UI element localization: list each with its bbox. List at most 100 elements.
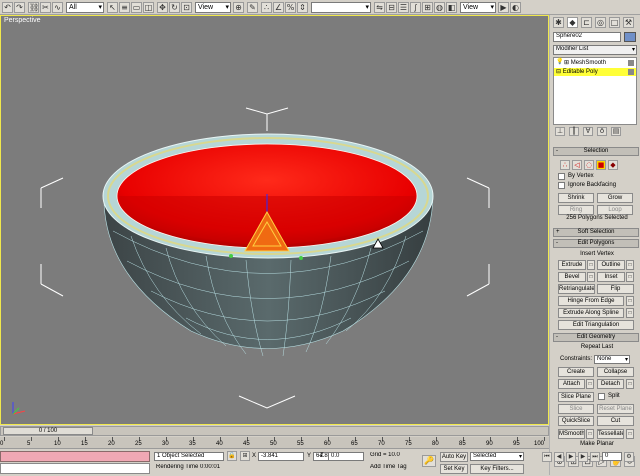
modify-tab-icon[interactable]: ◆ bbox=[567, 17, 578, 28]
stack-item-meshsmooth[interactable]: 💡 ⊞ MeshSmooth bbox=[554, 58, 636, 67]
window-crossing-icon[interactable]: ◫ bbox=[143, 2, 154, 13]
vertex-mode-icon[interactable]: ∴ bbox=[560, 160, 570, 170]
active-shade-icon[interactable]: ◐ bbox=[510, 2, 521, 13]
outline-settings-icon[interactable]: □ bbox=[626, 260, 634, 270]
current-frame-field[interactable]: 0 bbox=[602, 452, 622, 461]
layer-manager-icon[interactable]: ☰ bbox=[398, 2, 409, 13]
previous-frame-icon[interactable]: ◀ bbox=[554, 452, 564, 462]
undo-icon[interactable]: ↶ bbox=[2, 2, 13, 13]
outline-button[interactable]: Outline bbox=[597, 260, 625, 270]
go-to-end-icon[interactable]: ⏭ bbox=[590, 452, 600, 462]
hinge-settings-icon[interactable]: □ bbox=[626, 296, 634, 306]
slice-plane-button[interactable]: Slice Plane bbox=[558, 392, 594, 402]
material-editor-icon[interactable]: ◍ bbox=[434, 2, 445, 13]
detach-settings-icon[interactable]: □ bbox=[626, 379, 634, 389]
pin-stack-icon[interactable]: ⊥ bbox=[555, 127, 565, 136]
edge-mode-icon[interactable]: ◁ bbox=[572, 160, 582, 170]
edit-polygons-rollout-header[interactable]: - Edit Polygons bbox=[553, 239, 639, 248]
quickslice-button[interactable]: QuickSlice bbox=[558, 416, 594, 426]
show-end-result-icon[interactable]: ║ bbox=[569, 127, 579, 136]
unlink-icon[interactable]: ✂ bbox=[40, 2, 51, 13]
configure-sets-icon[interactable]: ▤ bbox=[611, 127, 621, 136]
remove-modifier-icon[interactable]: ō bbox=[597, 127, 607, 136]
rectangular-selection-icon[interactable]: ▭ bbox=[131, 2, 142, 13]
render-scene-icon[interactable]: ◧ bbox=[446, 2, 457, 13]
hierarchy-tab-icon[interactable]: ⊏ bbox=[581, 17, 592, 28]
time-slider-thumb[interactable]: 0 / 100 bbox=[3, 427, 93, 435]
constraints-dropdown[interactable]: None ▾ bbox=[594, 355, 630, 364]
attach-settings-icon[interactable]: □ bbox=[586, 379, 594, 389]
ring-button[interactable]: Ring bbox=[558, 205, 594, 215]
select-move-icon[interactable]: ✥ bbox=[157, 2, 168, 13]
timeline-track[interactable]: 0 5 10 15 20 25 30 35 40 45 50 55 60 65 70 75 80 85 90 95 10… bbox=[0, 437, 549, 449]
create-tab-icon[interactable]: ✱ bbox=[553, 17, 564, 28]
element-mode-icon[interactable]: ◆ bbox=[608, 160, 618, 170]
extrude-settings-icon[interactable]: □ bbox=[587, 260, 595, 270]
spline-settings-icon[interactable]: □ bbox=[626, 308, 634, 318]
bevel-button[interactable]: Bevel bbox=[558, 272, 586, 282]
selection-filter-dropdown[interactable]: All bbox=[66, 2, 104, 13]
curve-editor-icon[interactable]: ∫ bbox=[410, 2, 421, 13]
bind-space-warp-icon[interactable]: ∿ bbox=[52, 2, 63, 13]
align-icon[interactable]: ⊟ bbox=[386, 2, 397, 13]
create-button[interactable]: Create bbox=[558, 367, 594, 377]
time-slider[interactable]: 0 / 100 bbox=[0, 426, 549, 436]
modifier-list-dropdown[interactable]: Modifier List ▾ bbox=[553, 45, 637, 55]
percent-snap-icon[interactable]: % bbox=[285, 2, 296, 13]
edit-triangulation-button[interactable]: Edit Triangulation bbox=[558, 320, 634, 330]
detach-button[interactable]: Detach bbox=[597, 379, 624, 389]
msmooth-settings-icon[interactable]: □ bbox=[586, 429, 594, 439]
object-name-field[interactable]: Sphere02 bbox=[553, 32, 621, 42]
select-link-icon[interactable]: ⛓ bbox=[28, 2, 39, 13]
add-time-tag-button[interactable]: Add Time Tag bbox=[368, 464, 412, 473]
stack-item-toggle[interactable] bbox=[628, 69, 634, 75]
by-vertex-checkbox[interactable] bbox=[558, 173, 565, 180]
select-scale-icon[interactable]: ⊡ bbox=[181, 2, 192, 13]
object-color-swatch[interactable] bbox=[624, 32, 636, 42]
extrude-button[interactable]: Extrude bbox=[558, 260, 586, 270]
perspective-viewport[interactable]: Perspective bbox=[0, 15, 549, 425]
ignore-backfacing-checkbox[interactable] bbox=[558, 182, 565, 189]
reset-plane-button[interactable]: Reset Plane bbox=[597, 404, 634, 414]
msmooth-button[interactable]: MSmooth bbox=[558, 429, 585, 439]
edit-geometry-rollout-header[interactable]: - Edit Geometry bbox=[553, 333, 639, 342]
set-key-button[interactable]: Set Key bbox=[440, 464, 468, 474]
redo-icon[interactable]: ↷ bbox=[14, 2, 25, 13]
tessellate-settings-icon[interactable]: □ bbox=[626, 429, 634, 439]
key-mode-dropdown[interactable]: Selected ▾ bbox=[470, 452, 524, 461]
make-unique-icon[interactable]: ∀ bbox=[583, 127, 593, 136]
angle-snap-icon[interactable]: ∠ bbox=[273, 2, 284, 13]
stack-item-editable-poly[interactable]: ⊟ Editable Poly bbox=[554, 68, 636, 76]
snaps-toggle-icon[interactable]: ∴ bbox=[261, 2, 272, 13]
pivot-center-icon[interactable]: ⊕ bbox=[233, 2, 244, 13]
loop-button[interactable]: Loop bbox=[597, 205, 633, 215]
repeat-last-button[interactable]: Repeat Last bbox=[558, 344, 636, 350]
motion-tab-icon[interactable]: ◎ bbox=[595, 17, 606, 28]
named-selection-dropdown[interactable] bbox=[311, 2, 371, 13]
quick-render-icon[interactable]: ▶ bbox=[498, 2, 509, 13]
tessellate-button[interactable]: Tessellate bbox=[597, 429, 624, 439]
border-mode-icon[interactable]: ◌ bbox=[584, 160, 594, 170]
selection-rollout-header[interactable]: - Selection bbox=[553, 147, 639, 156]
time-configuration-icon[interactable]: ⚙ bbox=[624, 452, 634, 462]
key-icon[interactable]: 🔑 bbox=[422, 455, 436, 467]
lock-selection-icon[interactable]: 🔒 bbox=[227, 451, 237, 461]
play-icon[interactable]: ▶ bbox=[566, 452, 576, 462]
select-by-name-icon[interactable]: ≡ bbox=[119, 2, 130, 13]
z-coordinate-field[interactable]: 0.0 bbox=[328, 452, 364, 461]
absolute-mode-icon[interactable]: ⊞ bbox=[240, 451, 250, 461]
split-checkbox[interactable] bbox=[598, 393, 605, 400]
render-type-dropdown[interactable]: View bbox=[460, 2, 496, 13]
cut-button[interactable]: Cut bbox=[597, 416, 634, 426]
attach-button[interactable]: Attach bbox=[558, 379, 585, 389]
select-object-icon[interactable]: ↖ bbox=[107, 2, 118, 13]
grow-button[interactable]: Grow bbox=[597, 193, 633, 203]
schematic-view-icon[interactable]: ⊞ bbox=[422, 2, 433, 13]
make-planar-button[interactable]: Make Planar bbox=[558, 441, 636, 447]
lightbulb-icon[interactable]: 💡 bbox=[556, 58, 563, 65]
polygon-mode-icon[interactable]: ■ bbox=[596, 160, 606, 170]
auto-key-button[interactable]: Auto Key bbox=[440, 452, 468, 462]
spinner-snap-icon[interactable]: ⇕ bbox=[297, 2, 308, 13]
select-rotate-icon[interactable]: ↻ bbox=[169, 2, 180, 13]
shrink-button[interactable]: Shrink bbox=[558, 193, 594, 203]
